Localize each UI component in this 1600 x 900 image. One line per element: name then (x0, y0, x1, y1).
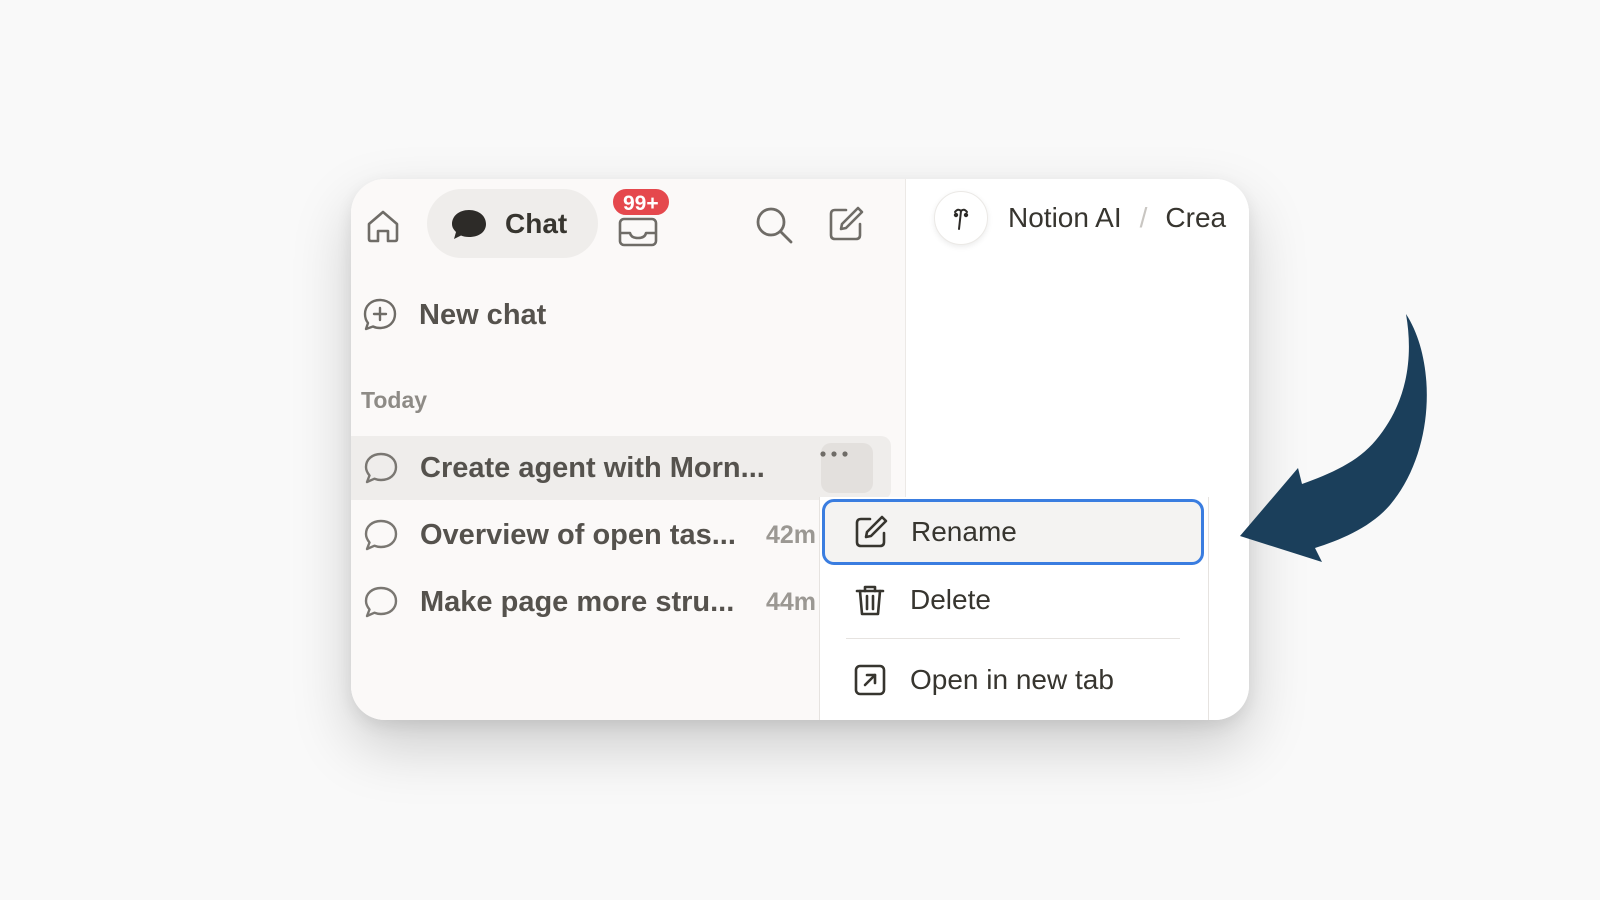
menu-divider (846, 638, 1180, 639)
rename-menu-item[interactable]: Rename (822, 499, 1204, 565)
compose-icon[interactable] (826, 204, 866, 244)
more-dots-icon (819, 450, 855, 486)
breadcrumb-current-page[interactable]: Crea (1165, 202, 1226, 234)
breadcrumb-notion-ai[interactable]: Notion AI (1008, 202, 1122, 234)
section-label-today: Today (361, 387, 428, 413)
rename-label: Rename (911, 516, 1017, 547)
home-icon[interactable] (363, 206, 403, 246)
new-chat-label: New chat (419, 298, 547, 331)
chat-item-icon (363, 517, 399, 553)
chat-tab-label: Chat (505, 207, 568, 239)
rename-icon (853, 514, 889, 550)
new-chat-button[interactable]: New chat (361, 291, 881, 339)
breadcrumb: Notion AI / Crea (934, 191, 1226, 245)
context-menu: Rename Delete Open in new tab (819, 497, 1209, 720)
trash-icon (852, 582, 888, 618)
inbox-badge: 99+ (611, 187, 671, 217)
chat-item-title: Create agent with Morn... (420, 451, 765, 484)
open-external-icon (852, 662, 888, 698)
chat-item[interactable]: Overview of open tas... 42m (351, 503, 891, 567)
chat-item-time: 42m (766, 520, 817, 549)
notion-ai-icon (934, 191, 988, 245)
chat-bubble-icon (449, 204, 489, 244)
chat-item-time: 44m (766, 587, 817, 616)
chat-item-title: Overview of open tas... (420, 518, 736, 551)
open-in-new-tab-label: Open in new tab (910, 664, 1114, 695)
delete-menu-item[interactable]: Delete (820, 567, 1206, 633)
curved-arrow-annotation (1220, 300, 1440, 580)
chat-item[interactable]: Create agent with Morn... (351, 436, 891, 500)
chat-item-title: Make page more stru... (420, 585, 735, 618)
delete-label: Delete (910, 584, 991, 615)
new-chat-icon (361, 296, 399, 334)
app-window: Chat 99+ New chat Today Create agent wit… (351, 179, 1249, 720)
more-options-button[interactable] (819, 443, 873, 493)
breadcrumb-separator: / (1139, 202, 1148, 233)
chat-item[interactable]: Make page more stru... 44m (351, 570, 891, 634)
open-in-new-tab-menu-item[interactable]: Open in new tab (820, 647, 1206, 713)
chat-item-icon (363, 584, 399, 620)
search-icon[interactable] (753, 204, 795, 246)
chat-item-icon (363, 450, 399, 486)
chat-tab[interactable]: Chat (427, 189, 598, 258)
